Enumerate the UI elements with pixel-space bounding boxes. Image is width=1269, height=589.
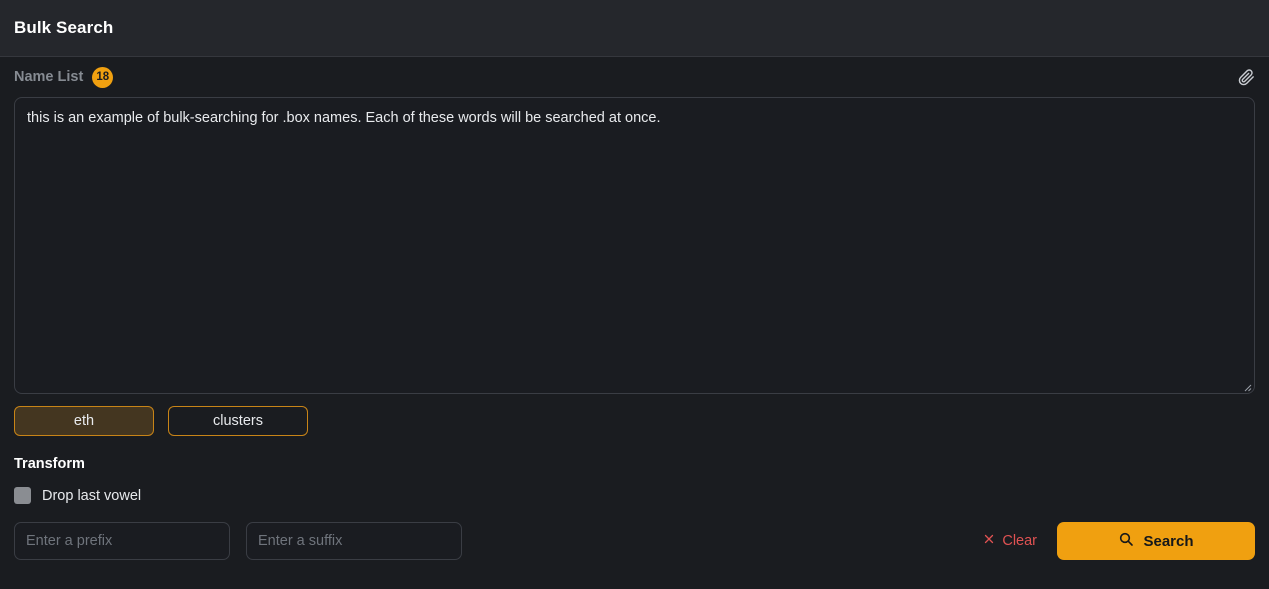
name-list-label: Name List bbox=[14, 69, 84, 85]
chip-clusters[interactable]: clusters bbox=[168, 406, 308, 436]
suffix-input[interactable] bbox=[246, 522, 462, 560]
app-titlebar: Bulk Search bbox=[0, 0, 1269, 57]
drop-last-vowel-row[interactable]: Drop last vowel bbox=[14, 487, 1255, 504]
clear-button-label: Clear bbox=[1002, 533, 1037, 549]
drop-last-vowel-label: Drop last vowel bbox=[42, 487, 142, 504]
main-content: eth clusters Transform Drop last vowel C… bbox=[0, 97, 1269, 589]
close-x-icon bbox=[983, 533, 995, 549]
search-button[interactable]: Search bbox=[1057, 522, 1255, 560]
clear-button[interactable]: Clear bbox=[975, 527, 1045, 555]
name-count-badge: 18 bbox=[92, 66, 114, 88]
search-button-label: Search bbox=[1143, 532, 1194, 550]
name-list-textarea-container bbox=[14, 97, 1255, 394]
name-list-header: Name List 18 bbox=[0, 57, 1269, 97]
transform-section-title: Transform bbox=[14, 456, 85, 472]
name-list-input[interactable] bbox=[14, 97, 1255, 394]
chip-eth[interactable]: eth bbox=[14, 406, 154, 436]
action-bar: Clear Search bbox=[14, 522, 1255, 560]
prefix-input[interactable] bbox=[14, 522, 230, 560]
bulk-search-app: Bulk Search Name List 18 eth clusters Tr bbox=[0, 0, 1269, 589]
search-icon bbox=[1118, 531, 1134, 551]
paperclip-icon[interactable] bbox=[1233, 64, 1259, 90]
drop-last-vowel-checkbox[interactable] bbox=[14, 487, 31, 504]
page-title: Bulk Search bbox=[14, 18, 114, 37]
tld-chip-group: eth clusters bbox=[14, 406, 1255, 436]
